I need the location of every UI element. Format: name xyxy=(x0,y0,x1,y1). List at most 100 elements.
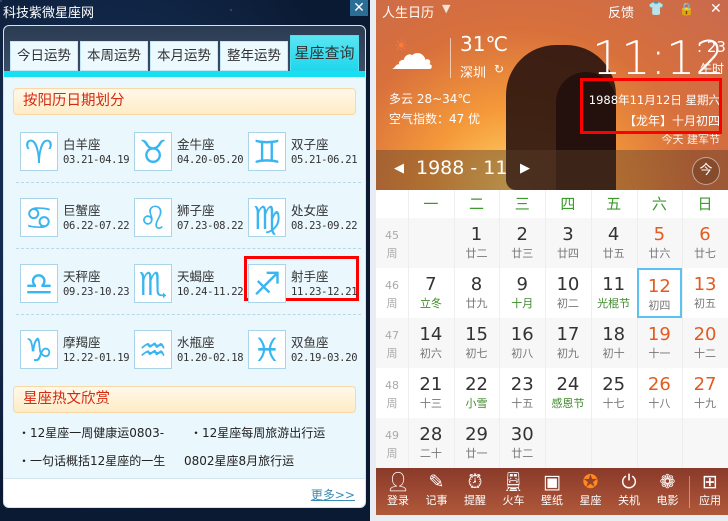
day-cell[interactable]: 8 廿九 xyxy=(454,268,500,318)
zodiac-item[interactable]: ♏︎ 天蝎座 10.24-11.22 xyxy=(130,264,244,304)
tab-0[interactable]: 今日运势 xyxy=(10,41,78,71)
star-decoration xyxy=(230,9,232,11)
day-cell[interactable]: 29 廿一 xyxy=(454,418,500,468)
day-cell[interactable]: 5 廿六 xyxy=(637,218,683,268)
toolbar-label: 登录 xyxy=(387,494,409,507)
zodiac-item[interactable]: ♊︎ 双子座 05.21-06.21 xyxy=(244,132,358,172)
day-cell[interactable]: 11 光棍节 xyxy=(591,268,637,318)
toolbar-train-button[interactable]: 🚆︎ 火车 xyxy=(495,470,533,508)
refresh-icon[interactable]: ↻ xyxy=(494,62,504,76)
tab-4[interactable]: 星座查询 xyxy=(290,35,359,72)
day-cell[interactable]: 28 二十 xyxy=(408,418,454,468)
day-cell[interactable]: 27 十九 xyxy=(682,368,728,418)
day-cell[interactable]: 1 廿二 xyxy=(454,218,500,268)
zodiac-sign-icon: ♌︎ xyxy=(134,198,172,237)
lunar-day: 二十 xyxy=(419,447,442,460)
today-button[interactable]: 今 xyxy=(692,157,720,185)
toolbar-wallpaper-button[interactable]: ▣︎ 壁纸 xyxy=(533,470,571,508)
tab-1[interactable]: 本周运势 xyxy=(80,41,148,71)
day-cell[interactable]: 12 初四 xyxy=(636,268,683,318)
toolbar-note-button[interactable]: ✎︎ 记事 xyxy=(418,470,456,508)
zodiac-item[interactable]: ♋︎ 巨蟹座 06.22-07.22 xyxy=(16,198,130,238)
zodiac-sign-icon: ♉︎ xyxy=(134,132,172,171)
zodiac-item[interactable]: ♉︎ 金牛座 04.20-05.20 xyxy=(130,132,244,172)
day-number: 28 xyxy=(419,424,443,445)
zodiac-item[interactable]: ♑︎ 摩羯座 12.22-01.19 xyxy=(16,330,130,370)
toolbar-label: 记事 xyxy=(425,494,448,507)
more-link[interactable]: 更多>> xyxy=(311,486,355,503)
day-number: 8 xyxy=(470,274,483,295)
prev-month-button[interactable]: ◀ xyxy=(394,161,404,176)
day-cell[interactable]: 3 廿四 xyxy=(545,218,591,268)
zodiac-dates: 04.20-05.20 xyxy=(177,154,244,166)
bottom-toolbar: 👤︎ 登录 ✎︎ 记事 ⏰︎ 提醒 🚆︎ 火车 ▣︎ 壁纸 ✪︎ 星座 ⏻︎ 关机 ❁︎ 电影 ⊞︎ 应用 xyxy=(376,468,728,515)
day-cell[interactable]: 21 十三 xyxy=(408,368,454,418)
day-cell[interactable]: 14 初六 xyxy=(408,318,454,368)
zodiac-item[interactable]: ♍︎ 处女座 08.23-09.22 xyxy=(244,198,358,238)
day-cell[interactable]: 10 初二 xyxy=(545,268,591,318)
day-cell[interactable]: 26 十八 xyxy=(637,368,683,418)
next-month-button[interactable]: ▶ xyxy=(520,161,530,176)
day-cell[interactable]: 30 廿二 xyxy=(499,418,545,468)
day-cell[interactable]: 6 廿七 xyxy=(682,218,728,268)
zodiac-item[interactable]: ♓︎ 双鱼座 02.19-03.20 xyxy=(244,330,358,370)
day-cell[interactable]: 2 廿三 xyxy=(499,218,545,268)
feedback-button[interactable]: 反馈 xyxy=(608,2,634,21)
lock-icon[interactable]: 🔒 xyxy=(679,2,694,16)
close-button[interactable]: ✕ xyxy=(350,0,368,16)
day-cell[interactable]: 25 十七 xyxy=(591,368,637,418)
article-link[interactable]: ・12星座每周旅游出行运 xyxy=(190,424,325,441)
day-cell[interactable]: 19 十一 xyxy=(637,318,683,368)
zodiac-name: 天秤座 xyxy=(63,269,101,284)
toolbar-alarm-button[interactable]: ⏰︎ 提醒 xyxy=(456,470,494,508)
day-cell[interactable]: 23 十五 xyxy=(499,368,545,418)
day-cell[interactable]: 4 廿五 xyxy=(591,218,637,268)
lunar-day: 廿九 xyxy=(465,297,488,310)
zodiac-item[interactable]: ♌︎ 狮子座 07.23-08.22 xyxy=(130,198,244,238)
clock-seconds: : 23 xyxy=(697,38,726,56)
window-title: 科技紫微星座网 xyxy=(3,6,95,21)
user-icon: 👤︎ xyxy=(385,471,411,493)
toolbar-film-button[interactable]: ❁︎ 电影 xyxy=(649,470,687,508)
toolbar-power-button[interactable]: ⏻︎ 关机 xyxy=(610,470,648,508)
weekday-header: 日 xyxy=(697,195,713,213)
shirt-icon[interactable]: 👕 xyxy=(648,2,664,17)
city[interactable]: 深圳 xyxy=(460,62,486,81)
day-cell[interactable]: 9 十月 xyxy=(499,268,545,318)
lunar-day: 廿四 xyxy=(556,247,579,260)
article-link[interactable]: ・一句话概括12星座的一生 xyxy=(18,452,165,469)
day-cell[interactable]: 15 初七 xyxy=(454,318,500,368)
day-cell[interactable]: 24 感恩节 xyxy=(545,368,591,418)
dropdown-icon[interactable]: ▼ xyxy=(442,2,450,15)
day-cell[interactable]: 22 小雪 xyxy=(454,368,500,418)
day-cell[interactable]: 18 初十 xyxy=(591,318,637,368)
day-cell[interactable]: 16 初八 xyxy=(499,318,545,368)
zodiac-item[interactable]: ♐︎ 射手座 11.23-12.21 xyxy=(244,264,358,304)
lunar-day: 初八 xyxy=(511,347,534,360)
zodiac-item[interactable]: ♒︎ 水瓶座 01.20-02.18 xyxy=(130,330,244,370)
day-number: 9 xyxy=(516,274,528,295)
week-suffix: 周 xyxy=(386,397,398,410)
article-link[interactable]: ・12星座一周健康运0803- xyxy=(18,424,164,441)
toolbar-apps-button[interactable]: ⊞︎ 应用 xyxy=(691,470,728,508)
weather-description: 多云 28~34℃ xyxy=(389,92,471,106)
day-number: 21 xyxy=(419,374,443,395)
day-cell[interactable]: 7 立冬 xyxy=(408,268,454,318)
tab-3[interactable]: 整年运势 xyxy=(220,41,288,71)
lunar-day: 初七 xyxy=(465,347,488,360)
section-header-hot-articles: 星座热文欣赏 xyxy=(13,386,356,413)
day-cell[interactable]: 20 十二 xyxy=(682,318,728,368)
day-cell[interactable]: 17 初九 xyxy=(545,318,591,368)
toolbar-star-button[interactable]: ✪︎ 星座 xyxy=(572,470,610,508)
toolbar-user-button[interactable]: 👤︎ 登录 xyxy=(379,470,417,508)
tab-2[interactable]: 本月运势 xyxy=(150,41,218,71)
zodiac-item[interactable]: ♈︎ 白羊座 03.21-04.19 xyxy=(16,132,130,172)
zodiac-name: 巨蟹座 xyxy=(63,203,101,218)
zodiac-name: 射手座 xyxy=(291,269,329,284)
zodiac-item[interactable]: ♎︎ 天秤座 09.23-10.23 xyxy=(16,264,130,304)
month-navigation: ◀ 1988 - 11 ▶ 今 xyxy=(376,150,728,190)
lunar-day: 初五 xyxy=(694,297,717,310)
close-icon[interactable]: ✕ xyxy=(710,1,722,17)
day-cell[interactable]: 13 初五 xyxy=(682,268,728,318)
article-link[interactable]: 0802星座8月旅行运 xyxy=(184,452,294,469)
